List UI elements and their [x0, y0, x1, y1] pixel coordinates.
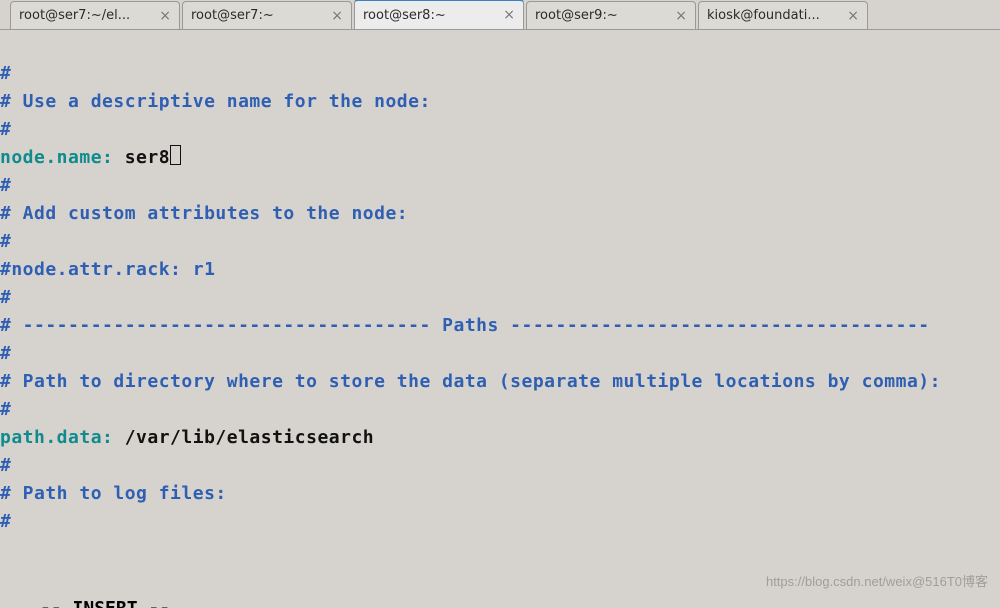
tab-ser7[interactable]: root@ser7:~ × — [182, 1, 352, 29]
yaml-key: node.name: — [0, 147, 113, 168]
tab-label: kiosk@foundati... — [707, 8, 839, 23]
close-icon[interactable]: × — [159, 9, 171, 23]
config-line: # — [0, 511, 11, 532]
vim-status-line: -- INSERT -- — [0, 598, 1000, 608]
vim-mode: INSERT — [73, 598, 138, 608]
config-line: # — [0, 343, 11, 364]
tab-label: root@ser9:~ — [535, 8, 667, 23]
config-line: # Add custom attributes to the node: — [0, 203, 408, 224]
config-line: # — [0, 455, 11, 476]
tab-label: root@ser7:~/el... — [19, 8, 151, 23]
watermark-text: https://blog.csdn.net/weix@516T0博客 — [766, 571, 988, 590]
config-line: # — [0, 287, 11, 308]
section-header: # ------------------------------------ P… — [0, 315, 930, 336]
tab-kiosk[interactable]: kiosk@foundati... × — [698, 1, 868, 29]
yaml-value: ser8 — [113, 147, 170, 168]
close-icon[interactable]: × — [847, 9, 859, 23]
config-line: # Path to directory where to store the d… — [0, 371, 941, 392]
config-line: # — [0, 119, 11, 140]
config-line: #node.attr.rack: r1 — [0, 259, 215, 280]
tab-label: root@ser8:~ — [363, 8, 495, 23]
config-line: # — [0, 399, 11, 420]
tab-ser7-el[interactable]: root@ser7:~/el... × — [10, 1, 180, 29]
close-icon[interactable]: × — [503, 8, 515, 22]
tab-ser9[interactable]: root@ser9:~ × — [526, 1, 696, 29]
close-icon[interactable]: × — [331, 9, 343, 23]
tab-ser8[interactable]: root@ser8:~ × — [354, 0, 524, 29]
config-line: # — [0, 231, 11, 252]
config-line: # — [0, 63, 11, 84]
yaml-key: path.data: — [0, 427, 113, 448]
tab-label: root@ser7:~ — [191, 8, 323, 23]
config-line: # Use a descriptive name for the node: — [0, 91, 431, 112]
close-icon[interactable]: × — [675, 9, 687, 23]
config-line: # Path to log files: — [0, 483, 227, 504]
cursor — [170, 145, 181, 165]
terminal-editor[interactable]: # # Use a descriptive name for the node:… — [0, 30, 1000, 536]
tab-bar: root@ser7:~/el... × root@ser7:~ × root@s… — [0, 0, 1000, 30]
config-line: # — [0, 175, 11, 196]
yaml-value: /var/lib/elasticsearch — [113, 427, 374, 448]
